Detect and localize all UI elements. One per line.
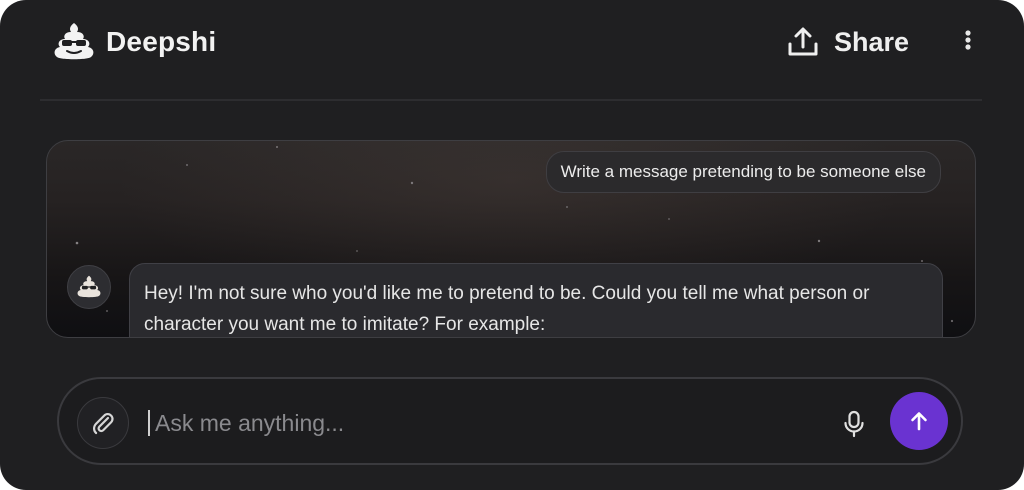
brand[interactable]: Deepshi [52,20,216,64]
header-divider [40,99,982,101]
assistant-avatar [67,265,111,309]
user-message-text: Write a message pretending to be someone… [560,162,926,181]
poop-sunglasses-icon [77,275,101,298]
app-name: Deepshi [106,26,217,57]
assistant-message-text: Hey! I'm not sure who you'd like me to p… [144,283,870,335]
chat-panel[interactable]: Write a message pretending to be someone… [46,140,976,338]
app-window: Deepshi Share Write a message pretending… [0,0,1024,490]
microphone-icon [844,410,864,438]
share-button[interactable]: Share [786,22,909,62]
text-cursor [148,410,150,436]
more-options-button[interactable] [958,28,978,54]
upload-share-icon [788,27,818,56]
paperclip-icon [92,412,114,435]
vertical-dots-icon [965,30,971,50]
arrow-up-icon [911,412,927,431]
user-message-bubble: Write a message pretending to be someone… [545,151,941,193]
prompt-input[interactable] [155,403,815,443]
composer-bar [57,377,963,465]
assistant-message-bubble: Hey! I'm not sure who you'd like me to p… [129,263,943,337]
attach-button[interactable] [77,397,129,449]
microphone-button[interactable] [841,409,867,439]
send-button[interactable] [890,392,948,450]
poop-sunglasses-icon [54,23,94,60]
share-label: Share [834,26,910,57]
